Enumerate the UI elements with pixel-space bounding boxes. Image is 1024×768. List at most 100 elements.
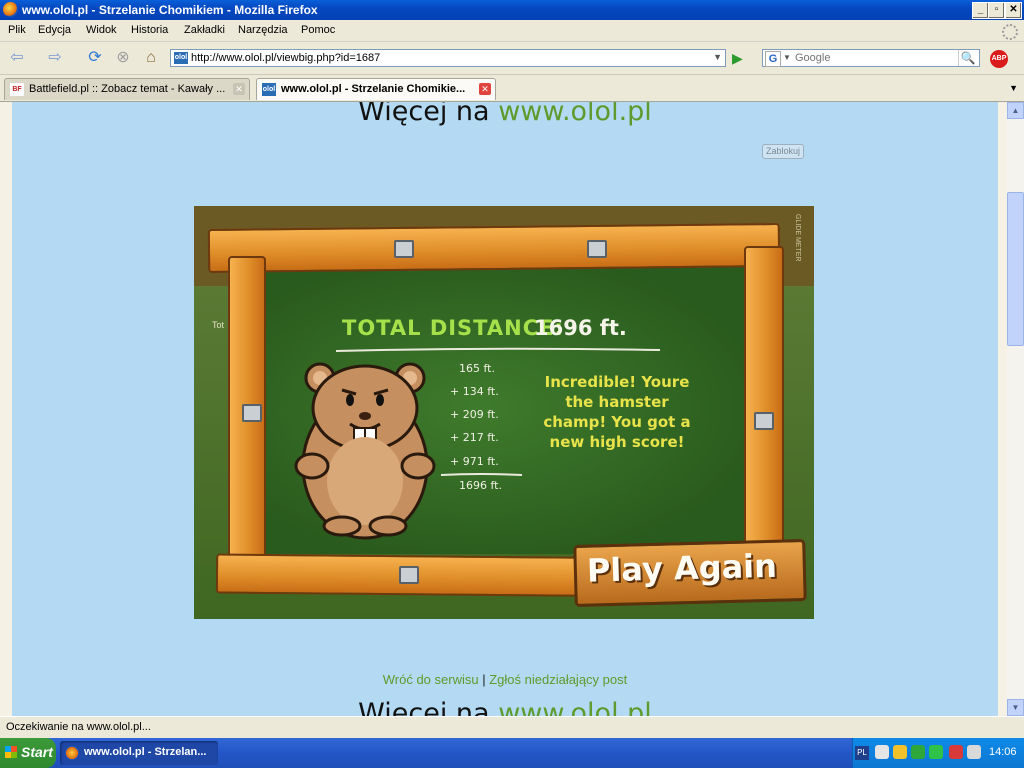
game-embed[interactable]: Tot GLIDE METER TOTAL DISTANCE: 1696 ft.… [194,206,814,619]
search-bar[interactable]: G ▼ 🔍 [762,49,980,67]
distance-row: 165 ft. [459,362,495,375]
language-indicator[interactable]: PL [855,746,869,760]
plank-right [744,246,784,556]
more-banner-top[interactable]: Więcej na www.olol.pl [12,102,998,127]
distance-row: + 971 ft. [450,455,499,468]
back-to-site-link[interactable]: Wróć do serwisu [383,672,479,687]
system-tray: PL 14:06 [852,738,1024,768]
tab-close-icon[interactable]: ✕ [233,83,245,95]
more-url[interactable]: www.olol.pl [498,698,652,716]
more-url[interactable]: www.olol.pl [498,102,652,127]
monitor-icon[interactable] [911,745,925,759]
tab-label: www.olol.pl - Strzelanie Chomikie... [281,83,466,95]
distance-row: + 217 ft. [450,431,499,444]
url-input[interactable] [191,51,691,65]
engine-dropdown-icon[interactable]: ▼ [783,53,791,62]
hamster-icon [294,362,436,540]
bolt-icon [587,240,607,258]
bf-favicon-icon: BF [10,83,24,96]
distance-row: + 134 ft. [450,385,499,398]
footer-links: Wróć do serwisu | Zgłoś niedziałający po… [12,672,998,687]
adblock-icon[interactable]: ABP [990,50,1008,68]
windows-logo-icon [5,746,17,758]
menu-bar: Plik Edycja Widok Historia Zakładki Narz… [0,20,1024,42]
content-area: Więcej na www.olol.pl Zablokuj Tot GLIDE… [0,102,1007,716]
link-separator: | [482,672,486,687]
firefox-icon [3,2,18,17]
windows-taskbar: Start www.olol.pl - Strzelan... PL 14:06 [0,738,1024,768]
olol-favicon-icon: olol [262,83,276,96]
menu-file[interactable]: Plik [8,24,26,36]
forward-arrow-icon[interactable]: ⇨ [44,48,66,68]
scroll-up-arrow-icon[interactable]: ▲ [1007,102,1024,119]
address-bar[interactable]: olol ▼ [170,49,726,67]
menu-view[interactable]: Widok [86,24,117,36]
minimize-button[interactable]: _ [972,2,989,19]
scroll-thumb[interactable] [1007,192,1024,346]
firefox-icon [65,746,79,760]
partial-hud-text: Tot [212,320,225,330]
more-prefix: Więcej na [358,698,490,716]
chalk-underline [335,347,661,352]
total-distance-label: TOTAL DISTANCE: [342,316,564,340]
window-titlebar: www.olol.pl - Strzelanie Chomikiem - Moz… [0,0,1024,20]
page-body: Więcej na www.olol.pl Zablokuj Tot GLIDE… [12,102,998,716]
home-icon[interactable]: ⌂ [140,48,162,68]
search-input[interactable] [795,51,945,65]
throbber-icon [1002,24,1018,40]
distance-row: + 209 ft. [450,408,499,421]
distance-total-row: 1696 ft. [459,479,502,492]
vertical-scrollbar[interactable]: ▲ ▼ [1007,102,1024,716]
network-icon[interactable] [875,745,889,759]
tab-battlefield[interactable]: BF Battlefield.pl :: Zobacz temat - Kawa… [4,78,250,100]
sum-line [440,473,523,476]
start-label: Start [21,744,53,760]
maximize-button[interactable]: ▫ [988,2,1005,19]
stop-icon[interactable]: ⊗ [112,48,134,68]
taskbar-window-label: www.olol.pl - Strzelan... [84,746,207,758]
tab-close-icon[interactable]: ✕ [479,83,491,95]
window-title: www.olol.pl - Strzelanie Chomikiem - Moz… [22,3,318,17]
glide-meter-label: GLIDE METER [794,214,801,262]
menu-edit[interactable]: Edycja [38,24,71,36]
tab-bar: BF Battlefield.pl :: Zobacz temat - Kawa… [0,75,1024,102]
champion-message: Incredible! Youre the hamster champ! You… [543,373,691,451]
bolt-icon [754,412,774,430]
play-again-label: Play Again [586,546,778,590]
reload-icon[interactable]: ⟳ [84,48,106,68]
more-banner-bottom[interactable]: Więcej na www.olol.pl [12,698,998,716]
security-icon[interactable] [949,745,963,759]
shield-icon[interactable] [893,745,907,759]
menu-help[interactable]: Pomoc [301,24,335,36]
monitor-icon[interactable] [929,745,943,759]
google-engine-icon[interactable]: G [765,51,781,67]
total-distance-value: 1696 ft. [534,316,627,340]
tab-olol[interactable]: olol www.olol.pl - Strzelanie Chomikie..… [256,78,496,100]
taskbar-window-item[interactable]: www.olol.pl - Strzelan... [60,741,218,765]
menu-bookmarks[interactable]: Zakładki [184,24,225,36]
navigation-toolbar: ⇦ ⇨ ⟳ ⊗ ⌂ olol ▼ ▶ G ▼ 🔍 ABP [0,42,1024,75]
menu-tools[interactable]: Narzędzia [238,24,288,36]
status-text: Oczekiwanie na www.olol.pl... [6,721,151,733]
close-button[interactable]: ✕ [1005,2,1022,19]
search-icon[interactable]: 🔍 [958,50,977,66]
bolt-icon [394,240,414,258]
plank-top [207,223,781,273]
taskbar-clock: 14:06 [989,746,1017,758]
bolt-icon [242,404,262,422]
tab-label: Battlefield.pl :: Zobacz temat - Kawały … [29,83,226,95]
report-broken-link[interactable]: Zgłoś niedziałający post [489,672,627,687]
bolt-icon [399,566,419,584]
block-button[interactable]: Zablokuj [762,144,805,159]
scroll-down-arrow-icon[interactable]: ▼ [1007,699,1024,716]
url-dropdown-icon[interactable]: ▼ [713,52,722,62]
back-arrow-icon[interactable]: ⇦ [6,48,28,68]
menu-history[interactable]: Historia [131,24,168,36]
go-arrow-icon[interactable]: ▶ [732,50,748,66]
tab-list-icon[interactable]: ▼ [1009,83,1018,93]
volume-icon[interactable] [967,745,981,759]
play-again-button[interactable]: Play Again [573,538,807,608]
status-bar: Oczekiwanie na www.olol.pl... [0,716,1024,739]
more-prefix: Więcej na [358,102,490,127]
start-button[interactable]: Start [0,738,56,768]
